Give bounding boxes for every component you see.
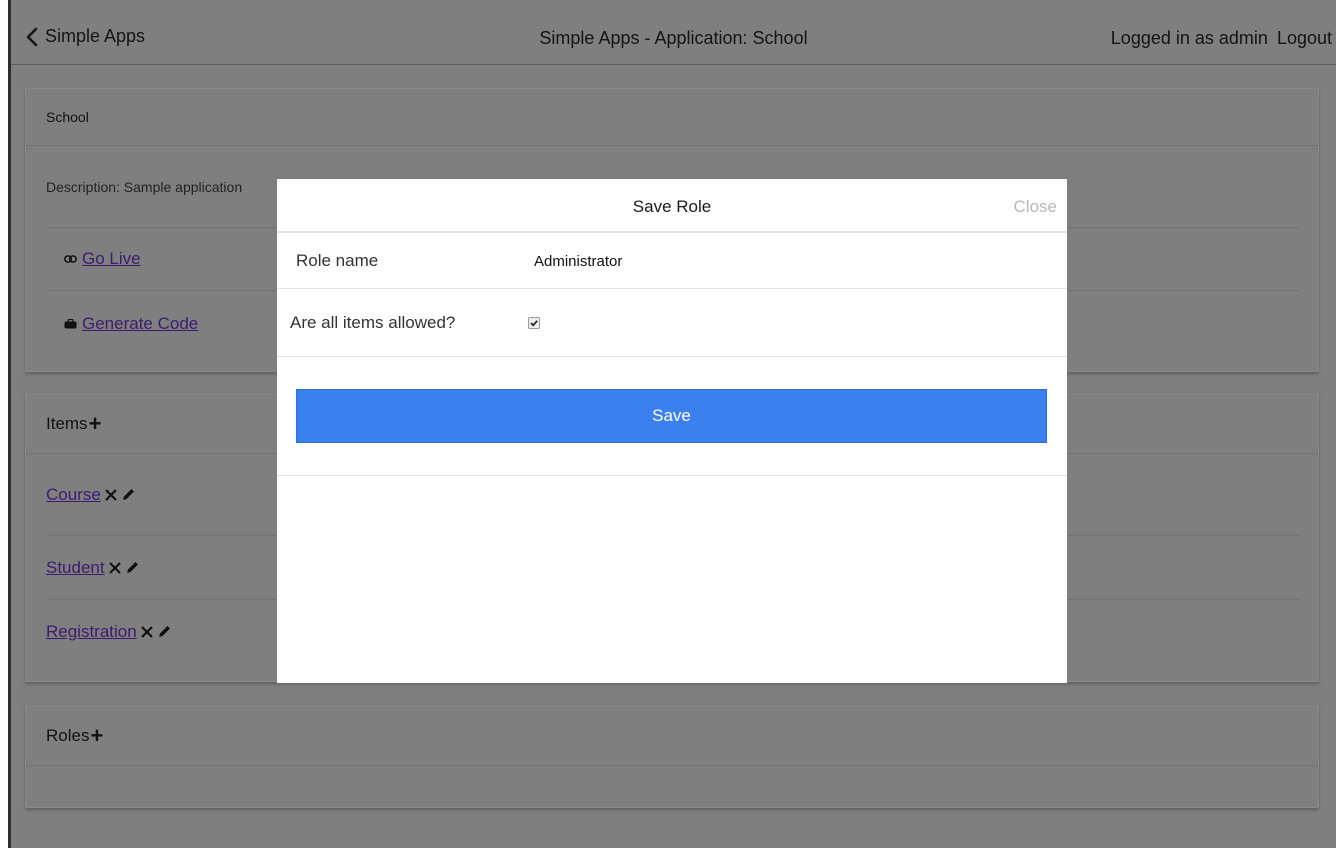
application-panel-title: School: [26, 89, 1318, 146]
item-link-registration[interactable]: Registration: [46, 622, 137, 642]
roles-panel-title: Roles: [46, 726, 90, 745]
go-live-link[interactable]: Go Live: [82, 249, 141, 269]
briefcase-icon: [64, 318, 77, 329]
all-items-row: Are all items allowed?: [277, 289, 1067, 357]
close-icon[interactable]: [104, 488, 118, 502]
dialog-divider: [277, 475, 1067, 476]
pencil-icon[interactable]: [121, 487, 136, 502]
checkmark-icon: [530, 320, 538, 327]
close-icon[interactable]: [108, 561, 122, 575]
application-description: Description: Sample application: [46, 178, 243, 195]
all-items-checkbox[interactable]: [528, 317, 540, 329]
close-icon[interactable]: [140, 625, 154, 639]
item-link-student[interactable]: Student: [46, 558, 105, 578]
pencil-icon[interactable]: [157, 624, 172, 639]
roles-panel-header: Roles +: [26, 707, 1318, 766]
logged-in-text: Logged in as admin: [1110, 28, 1268, 48]
plus-icon[interactable]: +: [89, 413, 102, 435]
top-header: Simple Apps Simple Apps - Application: S…: [11, 0, 1336, 65]
link-icon: [64, 255, 77, 263]
dialog-header: Save Role Close: [277, 179, 1067, 233]
window-frame-left: [0, 0, 8, 848]
plus-icon[interactable]: +: [90, 725, 103, 747]
dialog-close-button[interactable]: Close: [1014, 197, 1057, 217]
save-button[interactable]: Save: [296, 389, 1047, 443]
save-role-dialog: Save Role Close Role name Administrator …: [277, 179, 1067, 683]
item-link-course[interactable]: Course: [46, 485, 101, 505]
user-area: Logged in as admin Logout: [1107, 28, 1332, 49]
dialog-title: Save Role: [632, 197, 712, 216]
role-name-label: Role name: [296, 251, 379, 270]
role-name-row: Role name Administrator: [277, 233, 1067, 289]
logout-link[interactable]: Logout: [1277, 28, 1332, 48]
generate-code-link[interactable]: Generate Code: [82, 314, 198, 334]
role-name-field[interactable]: Administrator: [534, 253, 622, 270]
pencil-icon[interactable]: [125, 560, 140, 575]
items-panel-title: Items: [46, 414, 88, 433]
roles-panel: Roles +: [25, 706, 1319, 808]
all-items-label: Are all items allowed?: [290, 313, 456, 332]
